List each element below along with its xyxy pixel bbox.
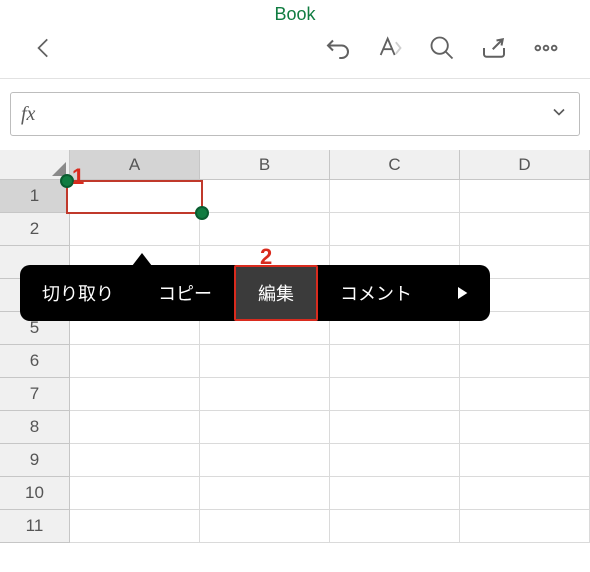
column-header[interactable]: A: [70, 150, 200, 180]
row-header[interactable]: 7: [0, 378, 70, 411]
cell[interactable]: [200, 378, 330, 411]
cell[interactable]: [330, 477, 460, 510]
chevron-down-icon[interactable]: [549, 102, 569, 127]
row-header[interactable]: 9: [0, 444, 70, 477]
cell[interactable]: [200, 444, 330, 477]
cell[interactable]: [70, 444, 200, 477]
cell[interactable]: [460, 411, 590, 444]
cell[interactable]: [70, 477, 200, 510]
row-header[interactable]: 11: [0, 510, 70, 543]
cell[interactable]: [460, 180, 590, 213]
cell[interactable]: [460, 345, 590, 378]
column-header-row: A B C D: [0, 150, 590, 180]
cell[interactable]: [70, 510, 200, 543]
share-icon[interactable]: [468, 22, 520, 74]
cell[interactable]: [460, 510, 590, 543]
cell[interactable]: [330, 444, 460, 477]
context-menu-cut[interactable]: 切り取り: [20, 265, 136, 321]
context-menu-copy[interactable]: コピー: [136, 265, 234, 321]
column-header[interactable]: C: [330, 150, 460, 180]
context-menu-comment[interactable]: コメント: [318, 265, 434, 321]
context-menu-more[interactable]: [434, 265, 490, 321]
cell[interactable]: [330, 180, 460, 213]
cell[interactable]: [330, 345, 460, 378]
cell[interactable]: [200, 180, 330, 213]
row-header[interactable]: 1: [0, 180, 70, 213]
cell[interactable]: [70, 345, 200, 378]
undo-icon[interactable]: [312, 22, 364, 74]
more-icon[interactable]: [520, 22, 572, 74]
context-menu: 切り取り コピー 編集 コメント: [20, 265, 490, 321]
row-header[interactable]: 10: [0, 477, 70, 510]
select-all-corner[interactable]: [0, 150, 70, 180]
column-header[interactable]: D: [460, 150, 590, 180]
cell[interactable]: [330, 213, 460, 246]
fx-label: fx: [21, 103, 35, 126]
cell[interactable]: [70, 213, 200, 246]
annotation-1: 1: [72, 164, 84, 190]
row-header[interactable]: 6: [0, 345, 70, 378]
search-icon[interactable]: [416, 22, 468, 74]
cell[interactable]: [200, 510, 330, 543]
cell[interactable]: [70, 378, 200, 411]
cell[interactable]: [330, 378, 460, 411]
cell[interactable]: [330, 510, 460, 543]
cell[interactable]: [200, 477, 330, 510]
cell[interactable]: [330, 411, 460, 444]
row-header[interactable]: 2: [0, 213, 70, 246]
cell[interactable]: [460, 213, 590, 246]
cell[interactable]: [200, 411, 330, 444]
toolbar-separator: [0, 78, 590, 79]
column-header[interactable]: B: [200, 150, 330, 180]
cell[interactable]: [200, 345, 330, 378]
font-icon[interactable]: [364, 22, 416, 74]
formula-input[interactable]: [45, 105, 549, 123]
cell[interactable]: [460, 378, 590, 411]
toolbar: [0, 22, 590, 74]
cell[interactable]: [460, 444, 590, 477]
row-header[interactable]: 8: [0, 411, 70, 444]
back-icon[interactable]: [18, 22, 70, 74]
selection-handle[interactable]: [195, 206, 209, 220]
cell[interactable]: [70, 411, 200, 444]
cell-selection[interactable]: [66, 180, 203, 214]
formula-bar[interactable]: fx: [10, 92, 580, 136]
cell[interactable]: [200, 213, 330, 246]
context-menu-edit[interactable]: 編集: [234, 265, 318, 321]
cell[interactable]: [460, 477, 590, 510]
